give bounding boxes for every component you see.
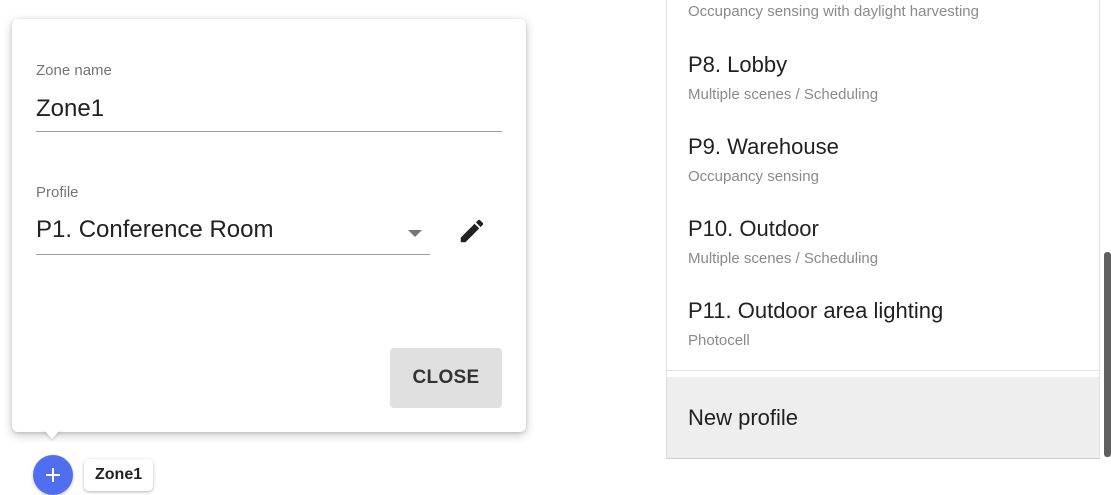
menu-item-subtitle: Multiple scenes / Scheduling xyxy=(688,86,879,103)
menu-item-subtitle: Photocell xyxy=(688,332,750,349)
profile-underline xyxy=(36,254,430,255)
close-button[interactable]: CLOSE xyxy=(390,348,502,408)
profile-menu: Occupancy sensing with daylight harvesti… xyxy=(666,0,1100,459)
profile-selected-value: P1. Conference Room xyxy=(36,216,274,243)
menu-item-title: P9. Warehouse xyxy=(688,134,839,159)
menu-scrollbar[interactable] xyxy=(1104,252,1111,457)
dialog-pointer xyxy=(42,428,62,439)
menu-item-p9[interactable]: P9. Warehouse Occupancy sensing xyxy=(667,134,1099,216)
menu-item-partial[interactable]: Occupancy sensing with daylight harvesti… xyxy=(667,0,1099,30)
menu-item-title: P8. Lobby xyxy=(688,52,788,77)
zone-name-label: Zone name xyxy=(36,62,112,79)
plus-icon xyxy=(46,468,60,482)
menu-item-title: P11. Outdoor area lighting xyxy=(688,298,944,323)
profile-label: Profile xyxy=(36,184,79,201)
edit-profile-button[interactable] xyxy=(452,213,492,249)
zone-name-input[interactable]: Zone1 xyxy=(36,95,104,123)
menu-item-p8[interactable]: P8. Lobby Multiple scenes / Scheduling xyxy=(667,52,1099,134)
zone-chip[interactable]: Zone1 xyxy=(84,459,154,491)
menu-item-subtitle: Multiple scenes / Scheduling xyxy=(688,250,879,267)
zone-dialog: Zone name Zone1 Profile P1. Conference R… xyxy=(12,19,526,432)
profile-select[interactable]: P1. Conference Room xyxy=(36,214,430,254)
menu-item-p10[interactable]: P10. Outdoor Multiple scenes / Schedulin… xyxy=(667,216,1099,298)
dropdown-arrow-icon xyxy=(408,230,422,237)
menu-item-p11[interactable]: P11. Outdoor area lighting Photocell xyxy=(667,298,1099,380)
add-zone-button[interactable] xyxy=(33,455,73,495)
menu-item-subtitle: Occupancy sensing with daylight harvesti… xyxy=(688,3,979,20)
pencil-icon xyxy=(460,219,484,243)
zone-name-underline xyxy=(36,131,502,132)
menu-item-title: P10. Outdoor xyxy=(688,216,819,241)
new-profile-menu-item[interactable]: New profile xyxy=(667,377,1099,458)
menu-item-subtitle: Occupancy sensing xyxy=(688,168,819,185)
menu-divider xyxy=(667,370,1099,371)
